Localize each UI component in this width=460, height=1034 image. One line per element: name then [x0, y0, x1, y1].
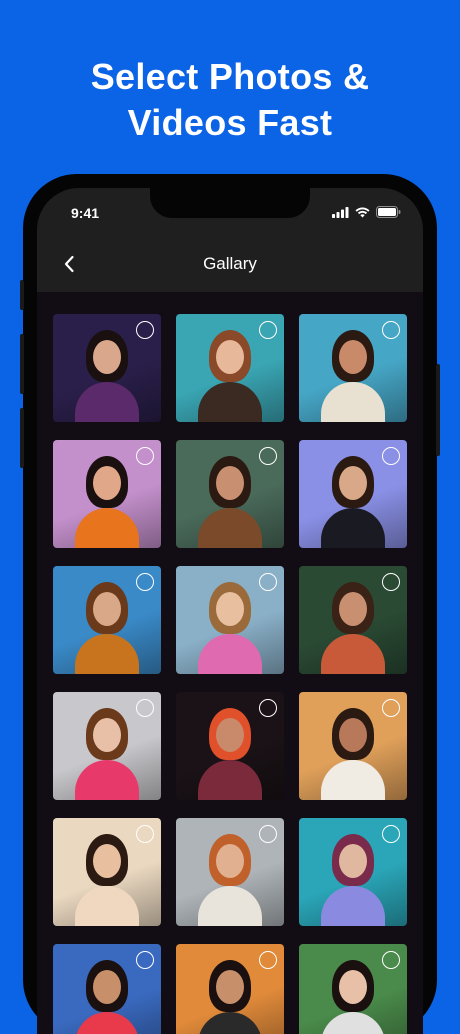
mute-switch: [20, 280, 24, 310]
photo-subject-body: [75, 508, 139, 548]
status-time: 9:41: [71, 205, 100, 221]
photo-subject-face: [216, 592, 244, 626]
photo-subject-body: [321, 508, 385, 548]
wifi-icon: [355, 207, 370, 217]
photo-subject-face: [93, 970, 121, 1004]
select-checkbox[interactable]: [382, 447, 400, 465]
photo-subject-body: [198, 382, 262, 422]
notch: [150, 188, 310, 218]
phone-frame: 9:41 Gallary: [20, 174, 440, 1034]
photo-subject-body: [198, 508, 262, 548]
photo-subject-face: [93, 340, 121, 374]
photo-subject-face: [93, 592, 121, 626]
headline-line-1: Select Photos &: [90, 56, 370, 97]
photo-subject-face: [216, 718, 244, 752]
gallery-photo[interactable]: [299, 440, 407, 548]
photo-subject-face: [339, 466, 367, 500]
gallery-photo[interactable]: [176, 818, 284, 926]
photo-subject-face: [339, 844, 367, 878]
photo-subject-face: [216, 466, 244, 500]
battery-icon: [376, 206, 401, 218]
photo-subject-body: [321, 760, 385, 800]
photo-subject-face: [216, 844, 244, 878]
page-title: Gallary: [203, 254, 257, 273]
select-checkbox[interactable]: [136, 951, 154, 969]
select-checkbox[interactable]: [259, 447, 277, 465]
gallery-photo[interactable]: [176, 566, 284, 674]
select-checkbox[interactable]: [136, 699, 154, 717]
select-checkbox[interactable]: [259, 951, 277, 969]
photo-subject-face: [93, 718, 121, 752]
phone-screen: 9:41 Gallary: [37, 188, 423, 1034]
gallery-photo[interactable]: [176, 440, 284, 548]
photo-subject-face: [93, 844, 121, 878]
select-checkbox[interactable]: [382, 321, 400, 339]
photo-grid: [53, 314, 407, 1034]
photo-subject-body: [75, 634, 139, 674]
photo-subject-face: [339, 340, 367, 374]
gallery-photo[interactable]: [53, 818, 161, 926]
select-checkbox[interactable]: [136, 447, 154, 465]
signal-icon: [332, 206, 349, 218]
back-button[interactable]: [53, 248, 85, 280]
headline-line-2: Videos Fast: [127, 102, 333, 143]
photo-subject-body: [321, 634, 385, 674]
headline: Select Photos & Videos Fast: [0, 54, 460, 146]
photo-subject-body: [321, 886, 385, 926]
photo-subject-body: [321, 1012, 385, 1034]
photo-subject-body: [198, 886, 262, 926]
photo-subject-face: [339, 970, 367, 1004]
photo-subject-face: [216, 340, 244, 374]
gallery-photo[interactable]: [53, 440, 161, 548]
chevron-left-icon: [64, 255, 74, 273]
photo-subject-body: [321, 382, 385, 422]
photo-subject-face: [93, 466, 121, 500]
navigation-bar: Gallary: [37, 236, 423, 292]
photo-subject-face: [339, 718, 367, 752]
volume-down-button: [20, 408, 24, 468]
select-checkbox[interactable]: [136, 573, 154, 591]
gallery-photo[interactable]: [176, 692, 284, 800]
select-checkbox[interactable]: [259, 825, 277, 843]
gallery-photo[interactable]: [299, 818, 407, 926]
photo-subject-body: [75, 382, 139, 422]
select-checkbox[interactable]: [382, 573, 400, 591]
select-checkbox[interactable]: [136, 825, 154, 843]
photo-subject-body: [75, 760, 139, 800]
photo-subject-body: [75, 1012, 139, 1034]
gallery-photo[interactable]: [299, 314, 407, 422]
status-icons: [332, 206, 401, 218]
select-checkbox[interactable]: [259, 573, 277, 591]
gallery-photo[interactable]: [176, 314, 284, 422]
select-checkbox[interactable]: [382, 699, 400, 717]
select-checkbox[interactable]: [382, 825, 400, 843]
select-checkbox[interactable]: [136, 321, 154, 339]
gallery-photo[interactable]: [299, 692, 407, 800]
gallery-photo[interactable]: [299, 566, 407, 674]
photo-subject-body: [75, 886, 139, 926]
photo-subject-face: [339, 592, 367, 626]
photo-subject-body: [198, 1012, 262, 1034]
photo-subject-face: [216, 970, 244, 1004]
gallery-photo[interactable]: [176, 944, 284, 1034]
gallery-photo[interactable]: [53, 314, 161, 422]
gallery-photo[interactable]: [53, 692, 161, 800]
gallery-photo[interactable]: [299, 944, 407, 1034]
photo-subject-body: [198, 634, 262, 674]
gallery-photo[interactable]: [53, 944, 161, 1034]
volume-up-button: [20, 334, 24, 394]
photo-subject-body: [198, 760, 262, 800]
select-checkbox[interactable]: [259, 321, 277, 339]
gallery-photo[interactable]: [53, 566, 161, 674]
select-checkbox[interactable]: [382, 951, 400, 969]
power-button: [436, 364, 440, 456]
select-checkbox[interactable]: [259, 699, 277, 717]
